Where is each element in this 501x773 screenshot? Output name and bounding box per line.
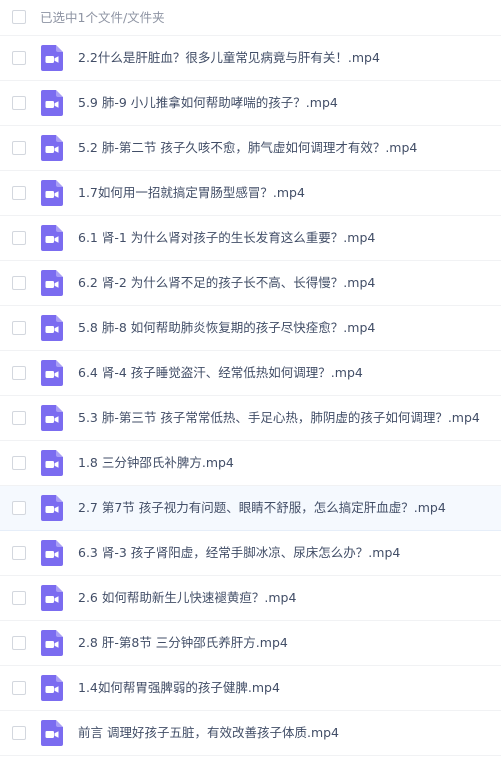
file-name[interactable]: 1.7如何用一招就搞定胃肠型感冒？.mp4 [78, 184, 305, 202]
file-name[interactable]: 5.9 肺-9 小儿推拿如何帮助哮喘的孩子？.mp4 [78, 94, 338, 112]
video-file-icon [41, 180, 63, 206]
file-checkbox[interactable] [12, 366, 26, 380]
file-row[interactable]: 2.7 第7节 孩子视力有问题、眼睛不舒服，怎么搞定肝血虚？.mp4 [0, 486, 501, 531]
select-all-checkbox[interactable] [12, 10, 26, 24]
file-row[interactable]: 1.7如何用一招就搞定胃肠型感冒？.mp4 [0, 171, 501, 216]
file-name[interactable]: 6.2 肾-2 为什么肾不足的孩子长不高、长得慢？.mp4 [78, 274, 375, 292]
file-checkbox[interactable] [12, 411, 26, 425]
file-checkbox[interactable] [12, 51, 26, 65]
file-name[interactable]: 2.2什么是肝脏血？很多儿童常见病竟与肝有关！.mp4 [78, 49, 380, 67]
file-list: 已选中1个文件/文件夹 2.2什么是肝脏血？很多儿童常见病竟与肝有关！.mp4 5… [0, 0, 501, 773]
file-checkbox[interactable] [12, 681, 26, 695]
file-name[interactable]: 6.1 肾-1 为什么肾对孩子的生长发育这么重要？.mp4 [78, 229, 375, 247]
file-name[interactable]: 1.4如何帮胃强脾弱的孩子健脾.mp4 [78, 679, 280, 697]
file-name[interactable]: 2.7 第7节 孩子视力有问题、眼睛不舒服，怎么搞定肝血虚？.mp4 [78, 499, 446, 517]
file-name[interactable]: 5.3 肺-第三节 孩子常常低热、手足心热，肺阴虚的孩子如何调理？.mp4 [78, 409, 480, 427]
video-file-icon [41, 540, 63, 566]
file-name[interactable]: 5.8 肺-8 如何帮助肺炎恢复期的孩子尽快痊愈？.mp4 [78, 319, 375, 337]
file-checkbox[interactable] [12, 141, 26, 155]
file-name[interactable]: 2.6 如何帮助新生儿快速褪黄疸？.mp4 [78, 589, 296, 607]
file-row[interactable]: 前言 调理好孩子五脏，有效改善孩子体质.mp4 [0, 711, 501, 756]
file-checkbox[interactable] [12, 546, 26, 560]
file-row[interactable]: 6.1 肾-1 为什么肾对孩子的生长发育这么重要？.mp4 [0, 216, 501, 261]
file-row[interactable]: 5.3 肺-第三节 孩子常常低热、手足心热，肺阴虚的孩子如何调理？.mp4 [0, 396, 501, 441]
file-checkbox[interactable] [12, 636, 26, 650]
video-file-icon [41, 675, 63, 701]
file-row[interactable]: 5.2 肺-第二节 孩子久咳不愈，肺气虚如何调理才有效？.mp4 [0, 126, 501, 171]
file-name[interactable]: 前言 调理好孩子五脏，有效改善孩子体质.mp4 [78, 724, 339, 742]
file-name[interactable]: 2.8 肝-第8节 三分钟邵氏养肝方.mp4 [78, 634, 288, 652]
file-checkbox[interactable] [12, 501, 26, 515]
file-row[interactable]: 2.8 肝-第8节 三分钟邵氏养肝方.mp4 [0, 621, 501, 666]
file-checkbox[interactable] [12, 591, 26, 605]
file-row[interactable]: 2.2什么是肝脏血？很多儿童常见病竟与肝有关！.mp4 [0, 36, 501, 81]
file-name[interactable]: 5.2 肺-第二节 孩子久咳不愈，肺气虚如何调理才有效？.mp4 [78, 139, 417, 157]
file-row[interactable]: 1.8 三分钟邵氏补脾方.mp4 [0, 441, 501, 486]
file-row[interactable]: 6.2 肾-2 为什么肾不足的孩子长不高、长得慢？.mp4 [0, 261, 501, 306]
file-checkbox[interactable] [12, 456, 26, 470]
file-checkbox[interactable] [12, 231, 26, 245]
file-name[interactable]: 6.4 肾-4 孩子睡觉盗汗、经常低热如何调理？.mp4 [78, 364, 363, 382]
video-file-icon [41, 405, 63, 431]
list-header: 已选中1个文件/文件夹 [0, 0, 501, 36]
file-row[interactable]: 6.4 肾-4 孩子睡觉盗汗、经常低热如何调理？.mp4 [0, 351, 501, 396]
file-row[interactable]: 2.6 如何帮助新生儿快速褪黄疸？.mp4 [0, 576, 501, 621]
file-name[interactable]: 1.8 三分钟邵氏补脾方.mp4 [78, 454, 234, 472]
video-file-icon [41, 315, 63, 341]
video-file-icon [41, 720, 63, 746]
video-file-icon [41, 270, 63, 296]
file-name[interactable]: 6.3 肾-3 孩子肾阳虚，经常手脚冰凉、尿床怎么办？.mp4 [78, 544, 400, 562]
video-file-icon [41, 630, 63, 656]
selection-count-label: 已选中1个文件/文件夹 [40, 10, 165, 25]
file-row[interactable]: 5.9 肺-9 小儿推拿如何帮助哮喘的孩子？.mp4 [0, 81, 501, 126]
file-checkbox[interactable] [12, 276, 26, 290]
video-file-icon [41, 90, 63, 116]
file-checkbox[interactable] [12, 186, 26, 200]
video-file-icon [41, 135, 63, 161]
video-file-icon [41, 495, 63, 521]
file-checkbox[interactable] [12, 96, 26, 110]
file-row[interactable]: 1.4如何帮胃强脾弱的孩子健脾.mp4 [0, 666, 501, 711]
video-file-icon [41, 360, 63, 386]
video-file-icon [41, 225, 63, 251]
file-checkbox[interactable] [12, 726, 26, 740]
video-file-icon [41, 450, 63, 476]
file-row[interactable]: 6.3 肾-3 孩子肾阳虚，经常手脚冰凉、尿床怎么办？.mp4 [0, 531, 501, 576]
file-row[interactable]: 5.8 肺-8 如何帮助肺炎恢复期的孩子尽快痊愈？.mp4 [0, 306, 501, 351]
video-file-icon [41, 585, 63, 611]
video-file-icon [41, 45, 63, 71]
file-checkbox[interactable] [12, 321, 26, 335]
